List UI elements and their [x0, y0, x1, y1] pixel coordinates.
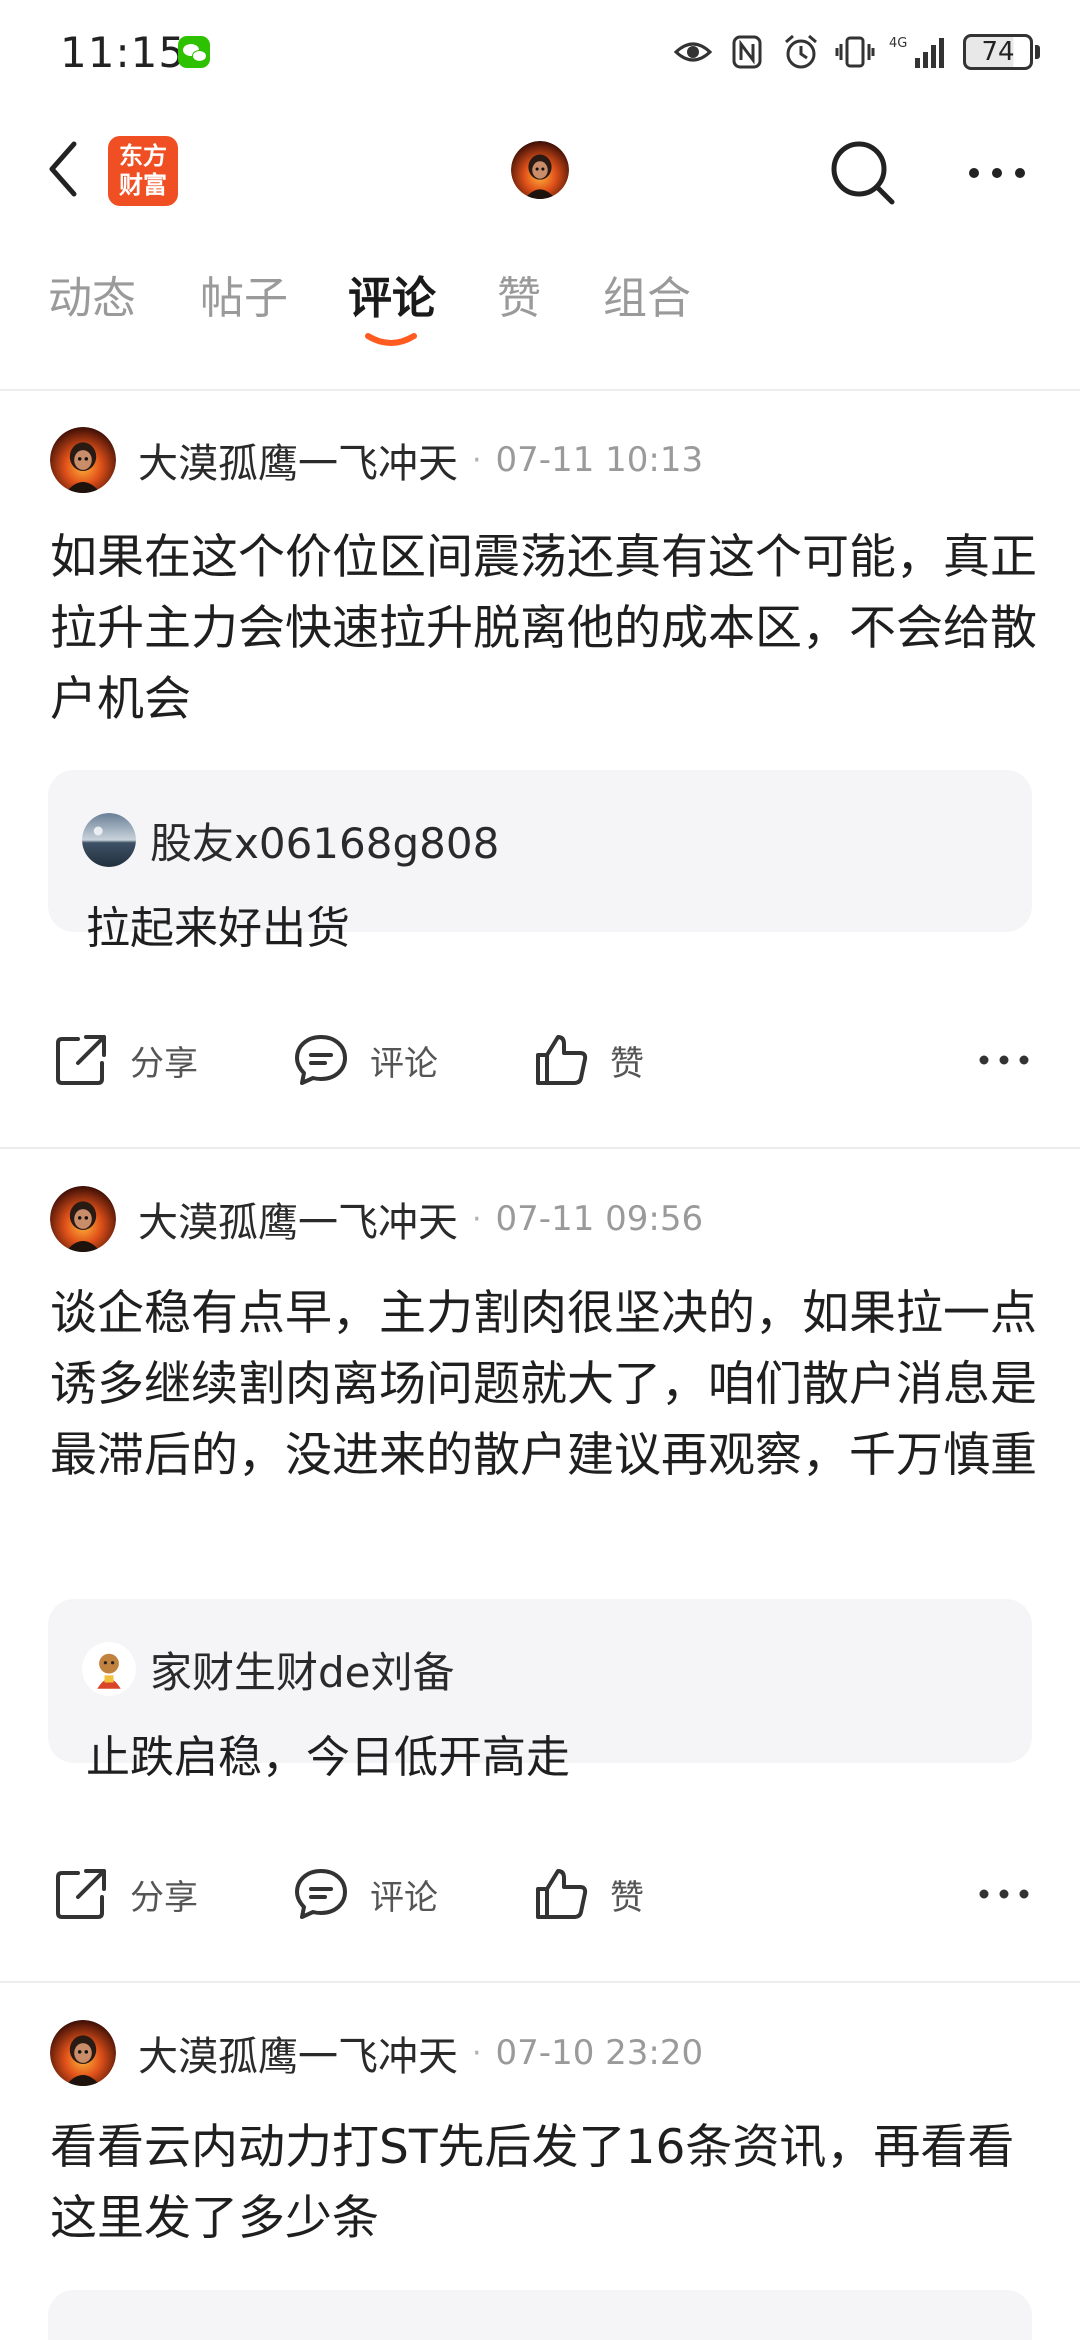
author-name[interactable]: 大漠孤鹰一飞冲天	[138, 2024, 458, 2082]
quoted-text: 拉起来好出货	[86, 903, 350, 954]
thumbs-up-icon	[536, 1869, 588, 1919]
eye-icon	[673, 32, 713, 72]
tab-likes[interactable]: 赞	[497, 262, 541, 326]
comment-button[interactable]: 评论	[292, 1020, 438, 1100]
post-actions: 分享 评论 赞	[0, 1854, 1080, 1934]
quoted-username[interactable]: 家财生财de刘备	[150, 1639, 455, 1700]
share-icon	[56, 1035, 106, 1085]
separator-dot: ·	[472, 2035, 482, 2071]
profile-avatar[interactable]	[511, 141, 569, 199]
share-label: 分享	[130, 1877, 198, 1918]
more-icon[interactable]	[962, 148, 1032, 198]
comment-post: 大漠孤鹰一飞冲天 · 07-10 23:20 看看云内动力打ST先后发了16条资…	[0, 2018, 1080, 2340]
thumbs-up-icon	[536, 1035, 588, 1085]
wechat-icon	[178, 36, 210, 68]
post-header: 大漠孤鹰一飞冲天 · 07-11 10:13	[50, 425, 703, 495]
status-bar: 11:15 4G 74	[0, 0, 1080, 105]
tabs-divider	[0, 389, 1080, 391]
alarm-icon	[781, 32, 821, 72]
comment-label: 评论	[370, 1043, 438, 1084]
quoted-header: 股友x06168g808	[82, 810, 499, 870]
post-header: 大漠孤鹰一飞冲天 · 07-10 23:20	[50, 2018, 703, 2088]
battery-level: 74	[963, 34, 1033, 70]
post-time: 07-11 10:13	[495, 440, 704, 480]
author-avatar[interactable]	[50, 1186, 116, 1252]
quoted-header: 家财生财de刘备	[82, 1639, 455, 1699]
nfc-icon	[727, 32, 767, 72]
vibrate-icon	[835, 32, 875, 72]
battery-icon: 74	[963, 34, 1040, 70]
like-button[interactable]: 赞	[532, 1020, 644, 1100]
post-more-icon[interactable]	[976, 1876, 1032, 1912]
like-label: 赞	[610, 1877, 644, 1918]
svg-text:4G: 4G	[889, 36, 907, 51]
quoted-username[interactable]: 股友x06168g808	[150, 810, 499, 871]
post-header: 大漠孤鹰一飞冲天 · 07-11 09:56	[50, 1184, 703, 1254]
author-name[interactable]: 大漠孤鹰一飞冲天	[138, 1190, 458, 1248]
quoted-post[interactable]: 股友x06168g808 拉起来好出货	[48, 770, 1032, 954]
tab-posts[interactable]: 帖子	[200, 262, 288, 326]
quoted-post[interactable]	[48, 2290, 1032, 2340]
comment-text[interactable]: 看看云内动力打ST先后发了16条资讯，再看看这里发了多少条	[50, 2112, 1040, 2254]
nav-header: 东方 财富	[0, 120, 1080, 220]
separator-dot: ·	[472, 1201, 482, 1237]
comment-post: 大漠孤鹰一飞冲天 · 07-11 09:56 谈企稳有点早，主力割肉很坚决的，如…	[0, 1184, 1080, 1984]
author-avatar[interactable]	[50, 2020, 116, 2086]
comment-label: 评论	[370, 1877, 438, 1918]
quoted-user-avatar[interactable]	[82, 813, 136, 867]
author-avatar[interactable]	[50, 427, 116, 493]
logo-line-1: 东方	[119, 142, 167, 170]
search-icon[interactable]	[828, 138, 898, 208]
back-icon[interactable]	[40, 138, 92, 200]
share-icon	[56, 1869, 106, 1919]
comment-icon	[295, 1035, 347, 1085]
separator-dot: ·	[472, 442, 482, 478]
post-time: 07-10 23:20	[495, 2033, 704, 2073]
share-button[interactable]: 分享	[52, 1020, 198, 1100]
comment-button[interactable]: 评论	[292, 1854, 438, 1934]
post-time: 07-11 09:56	[495, 1199, 704, 1239]
like-button[interactable]: 赞	[532, 1854, 644, 1934]
post-actions: 分享 评论 赞	[0, 1020, 1080, 1100]
comment-text[interactable]: 谈企稳有点早，主力割肉很坚决的，如果拉一点诱多继续割肉离场问题就大了，咱们散户消…	[50, 1278, 1040, 1491]
profile-tabs: 动态 帖子 评论 赞 组合	[0, 262, 1080, 352]
app-logo[interactable]: 东方 财富	[108, 136, 178, 206]
post-divider	[0, 1147, 1080, 1149]
comment-icon	[295, 1869, 347, 1919]
quoted-post[interactable]: 家财生财de刘备 止跌启稳，今日低开高走	[48, 1599, 1032, 1783]
status-icons: 4G 74	[673, 30, 1040, 74]
like-label: 赞	[610, 1043, 644, 1084]
post-divider	[0, 1981, 1080, 1983]
tab-portfolio[interactable]: 组合	[603, 262, 691, 326]
comment-post: 大漠孤鹰一飞冲天 · 07-11 10:13 如果在这个价位区间震荡还真有这个可…	[0, 425, 1080, 1145]
comment-text[interactable]: 如果在这个价位区间震荡还真有这个可能，真正拉升主力会快速拉升脱离他的成本区，不会…	[50, 522, 1040, 735]
tab-comments[interactable]: 评论	[348, 262, 436, 326]
quoted-text: 止跌启稳，今日低开高走	[86, 1732, 570, 1783]
quoted-user-avatar[interactable]	[82, 1642, 136, 1696]
active-tab-indicator	[365, 333, 417, 346]
signal-icon: 4G	[889, 32, 949, 72]
post-more-icon[interactable]	[976, 1042, 1032, 1078]
author-name[interactable]: 大漠孤鹰一飞冲天	[138, 431, 458, 489]
share-button[interactable]: 分享	[52, 1854, 198, 1934]
tab-dynamics[interactable]: 动态	[48, 262, 136, 326]
status-time: 11:15	[60, 28, 187, 77]
share-label: 分享	[130, 1043, 198, 1084]
logo-line-2: 财富	[119, 171, 167, 199]
